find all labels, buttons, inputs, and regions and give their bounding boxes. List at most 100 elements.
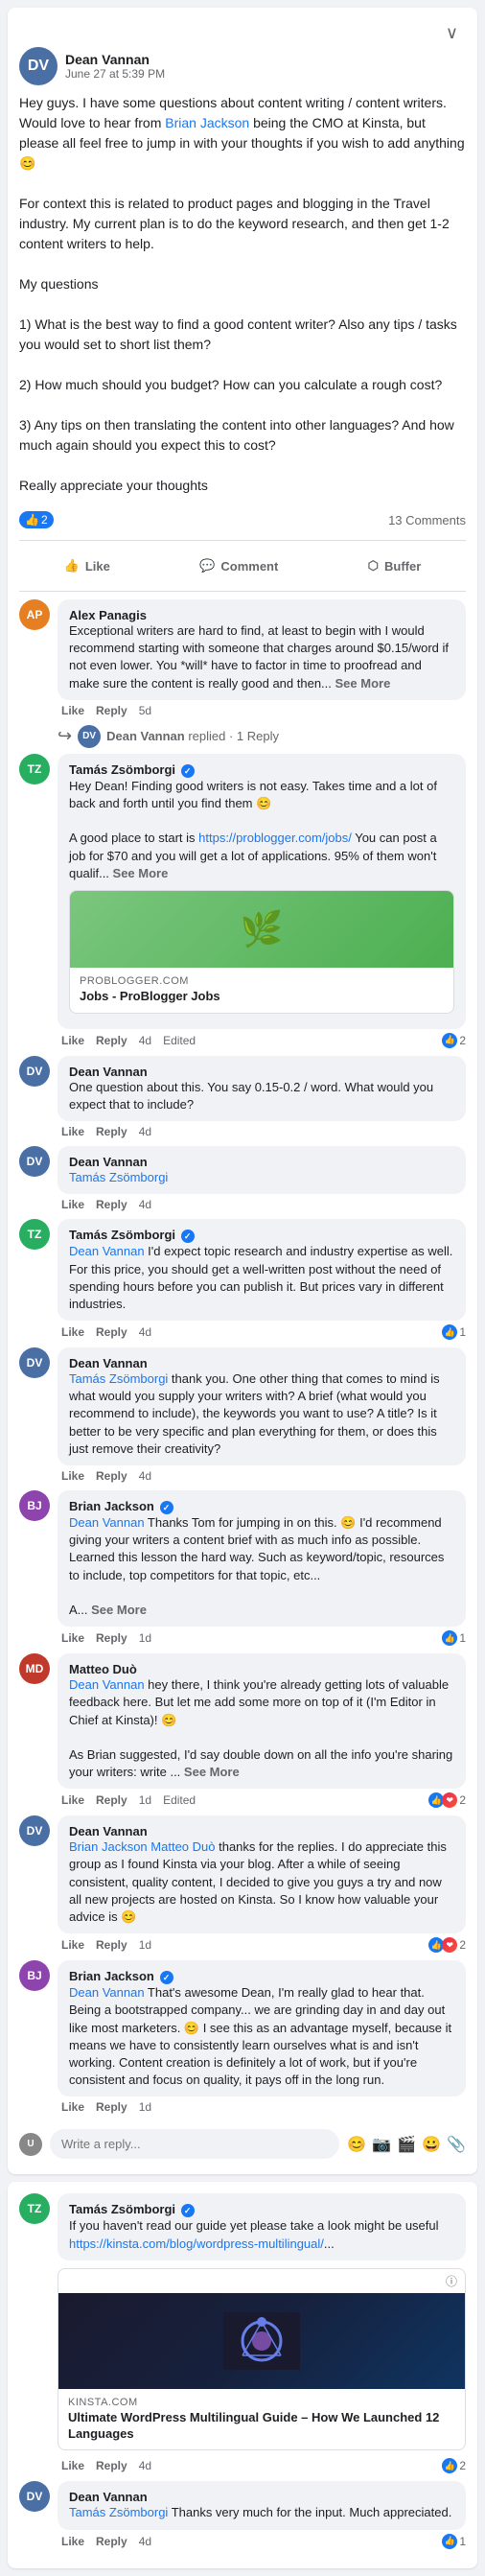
comment-bubble: Brian Jackson ✓ Dean Vannan Thanks Tom f… <box>58 1490 466 1627</box>
photo-icon[interactable]: 📷 <box>372 2135 391 2154</box>
like-action[interactable]: Like <box>61 1469 84 1483</box>
reply-action[interactable]: Reply <box>96 1325 127 1339</box>
mention-dean[interactable]: Dean Vannan <box>69 1244 145 1258</box>
link-preview[interactable]: 🌿 PROBLOGGER.COM Jobs - ProBlogger Jobs <box>69 890 454 1014</box>
like-action[interactable]: Like <box>61 1631 84 1645</box>
attach-icon[interactable]: 📎 <box>447 2135 466 2154</box>
reply-action[interactable]: Reply <box>96 1793 127 1807</box>
comment-text: Tamás Zsömborgi <box>69 1169 454 1186</box>
like-reaction-icon: 👍 <box>442 1630 457 1646</box>
comment-text: Hey Dean! Finding good writers is not ea… <box>69 778 454 882</box>
problogger-link[interactable]: https://problogger.com/jobs/ <box>198 831 352 845</box>
kinsta-link-preview[interactable]: ⓘ KINSTA.COM Ultimate WordPress <box>58 2268 466 2451</box>
comment-icon: 💬 <box>199 558 215 574</box>
mention-dean-4[interactable]: Dean Vannan <box>69 1985 145 2000</box>
reply-action[interactable]: Reply <box>96 1125 127 1138</box>
like-action[interactable]: Like <box>61 1198 84 1211</box>
verified-badge: ✓ <box>181 2204 195 2217</box>
reaction-count: 👍 ❤ 2 <box>428 1937 466 1953</box>
comment-button[interactable]: 💬 Comment <box>184 552 293 579</box>
sticker-icon[interactable]: 😀 <box>422 2135 441 2154</box>
post-header: DV Dean Vannan June 27 at 5:39 PM <box>19 47 466 85</box>
mention-tamas-2[interactable]: Tamás Zsömborgi <box>69 1371 168 1386</box>
comment-bubble: Dean Vannan Tamás Zsömborgi thank you. O… <box>58 1347 466 1465</box>
like-action[interactable]: Like <box>61 2100 84 2114</box>
verified-badge: ✓ <box>181 1229 195 1243</box>
comment-author: Tamás Zsömborgi ✓ <box>69 762 195 777</box>
reply-action[interactable]: Reply <box>96 2535 127 2548</box>
mention-dean-2[interactable]: Dean Vannan <box>69 1515 145 1530</box>
comment-bubble: Tamás Zsömborgi ✓ Hey Dean! Finding good… <box>58 754 466 1029</box>
kinsta-multilingual-link[interactable]: https://kinsta.com/blog/wordpress-multil… <box>69 2236 324 2251</box>
avatar: MD <box>19 1653 50 1684</box>
see-more-link[interactable]: See More <box>335 676 391 691</box>
like-action[interactable]: Like <box>61 1034 84 1047</box>
edited-label: Edited <box>163 1034 196 1047</box>
post-body: Hey guys. I have some questions about co… <box>19 93 466 496</box>
buffer-button[interactable]: ⬡ Buffer <box>353 552 437 579</box>
reply-action[interactable]: Reply <box>96 1469 127 1483</box>
comment-item: DV Dean Vannan Brian Jackson Matteo Duò … <box>19 1815 466 1953</box>
comment-time: 4d <box>139 1125 151 1138</box>
reaction-count: 👍 1 <box>442 1630 466 1646</box>
post-author-name[interactable]: Dean Vannan <box>65 52 165 67</box>
reply-action[interactable]: Reply <box>96 2100 127 2114</box>
comment-item: DV Dean Vannan Tamás Zsömborgi thank you… <box>19 1347 466 1483</box>
mention-matteo[interactable]: Matteo Duò <box>150 1839 215 1854</box>
comment-time: 4d <box>139 2459 151 2472</box>
see-more-link[interactable]: See More <box>113 866 169 880</box>
write-reply-input[interactable] <box>50 2129 339 2159</box>
avatar: DV <box>19 1815 50 1846</box>
comment-time: 4d <box>139 2535 151 2548</box>
comment-author: Tamás Zsömborgi ✓ <box>69 2202 195 2216</box>
reply-action[interactable]: Reply <box>96 1034 127 1047</box>
like-action[interactable]: Like <box>61 1125 84 1138</box>
like-action[interactable]: Like <box>61 704 84 717</box>
comment-item: DV Dean Vannan One question about this. … <box>19 1056 466 1138</box>
mention-tamas-final[interactable]: Tamás Zsömborgi <box>69 2505 168 2519</box>
reply-action[interactable]: Reply <box>96 704 127 717</box>
avatar: DV <box>19 1347 50 1378</box>
comment-author: Matteo Duò <box>69 1662 137 1676</box>
more-options-icon[interactable]: ∨ <box>446 23 458 43</box>
like-reaction-badge: 👍 2 <box>19 511 54 528</box>
mention-dean-3[interactable]: Dean Vannan <box>69 1677 145 1692</box>
reply-action[interactable]: Reply <box>96 2459 127 2472</box>
comment-text: Exceptional writers are hard to find, at… <box>69 622 454 692</box>
reply-action[interactable]: Reply <box>96 1938 127 1952</box>
like-action[interactable]: Like <box>61 1938 84 1952</box>
divider-2 <box>19 591 466 592</box>
reactions-row: 👍 2 13 Comments <box>19 507 466 532</box>
avatar: TZ <box>19 1219 50 1250</box>
comment-text: Tamás Zsömborgi thank you. One other thi… <box>69 1370 454 1458</box>
reply-action[interactable]: Reply <box>96 1631 127 1645</box>
see-more-link[interactable]: See More <box>184 1765 240 1779</box>
avatar: TZ <box>19 2193 50 2224</box>
info-icon[interactable]: ⓘ <box>446 2273 457 2289</box>
mention-tamas[interactable]: Tamás Zsömborgi <box>69 1170 168 1184</box>
mention-brian-2[interactable]: Brian Jackson <box>69 1839 148 1854</box>
verified-badge: ✓ <box>160 1971 173 1984</box>
comment-bubble: Dean Vannan One question about this. You… <box>58 1056 466 1121</box>
mention-brian-jackson[interactable]: Brian Jackson <box>165 115 249 130</box>
reaction-count: 👍 2 <box>442 1033 466 1048</box>
like-action[interactable]: Like <box>61 1793 84 1807</box>
comment-time: 1d <box>139 1793 151 1807</box>
like-reaction-icon: 👍 <box>442 2534 457 2549</box>
like-action[interactable]: Like <box>61 2459 84 2472</box>
comment-author: Dean Vannan <box>69 1824 148 1838</box>
post-card: ∨ DV Dean Vannan June 27 at 5:39 PM Hey … <box>8 8 477 2174</box>
reply-indicator: ↪ DV Dean Vannan replied · 1 Reply <box>19 725 466 748</box>
see-more-link[interactable]: See More <box>91 1603 147 1617</box>
reply-action[interactable]: Reply <box>96 1198 127 1211</box>
like-action[interactable]: Like <box>61 2535 84 2548</box>
gif-icon[interactable]: 🎬 <box>397 2135 416 2154</box>
kinsta-logo-svg <box>223 2312 300 2370</box>
emoji-icon[interactable]: 😊 <box>347 2135 366 2154</box>
comments-count[interactable]: 13 Comments <box>388 513 466 527</box>
avatar: DV <box>19 1146 50 1177</box>
like-button[interactable]: 👍 Like <box>49 552 126 579</box>
avatar: DV <box>19 1056 50 1087</box>
like-action[interactable]: Like <box>61 1325 84 1339</box>
comment-actions: Like Reply 1d Edited 👍 ❤ 2 <box>58 1792 466 1808</box>
